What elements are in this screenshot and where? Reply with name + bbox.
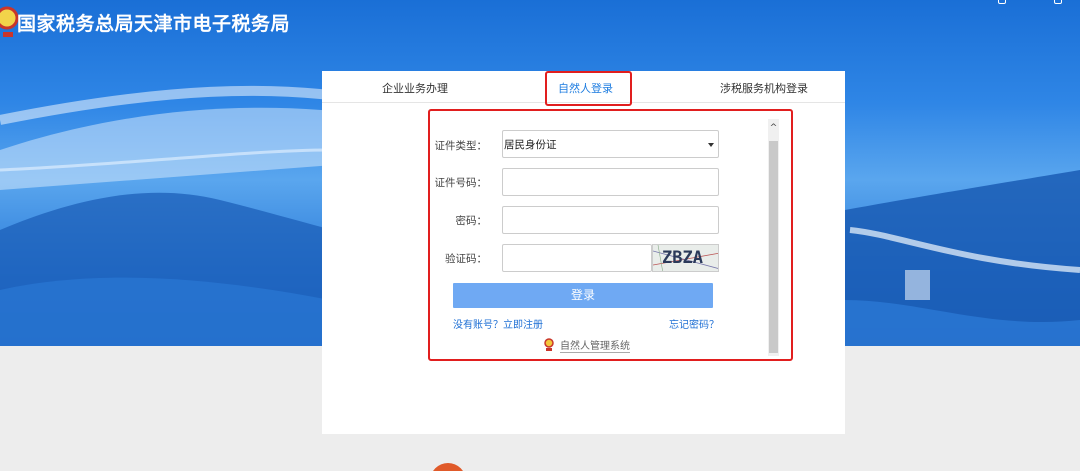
id-type-select[interactable]: 居民身份证 xyxy=(502,130,719,158)
scroll-thumb[interactable] xyxy=(769,141,778,353)
id-type-label: 证件类型： xyxy=(434,140,488,152)
phone-icon[interactable] xyxy=(1054,0,1062,4)
register-link[interactable]: 没有账号？立即注册 xyxy=(453,316,543,331)
tab-tax-agency[interactable]: 涉税服务机构登录 xyxy=(720,80,808,96)
chevron-down-icon xyxy=(708,143,714,147)
password-input[interactable] xyxy=(502,206,719,234)
id-type-value: 居民身份证 xyxy=(504,139,557,151)
captcha-input[interactable] xyxy=(502,244,652,272)
form-scrollbar[interactable]: ^ xyxy=(768,119,779,356)
tab-enterprise[interactable]: 企业业务办理 xyxy=(382,80,448,96)
captcha-label: 验证码： xyxy=(445,253,487,265)
id-number-label: 证件号码： xyxy=(434,177,488,189)
captcha-text: ZBZA xyxy=(662,248,703,268)
captcha-image[interactable]: ZBZA xyxy=(652,244,719,272)
system-link-text: 自然人管理系统 xyxy=(560,337,630,353)
tax-emblem-icon xyxy=(544,338,554,351)
login-button[interactable]: 登录 xyxy=(453,283,713,308)
id-number-input[interactable] xyxy=(502,168,719,196)
top-right-links[interactable] xyxy=(998,0,1062,4)
site-title: 国家税务总局天津市电子税务局 xyxy=(17,13,291,35)
login-panel: 企业业务办理 自然人登录 涉税服务机构登录 证件类型： 居民身份证 证件号码： … xyxy=(322,71,845,434)
forgot-password-link[interactable]: 忘记密码？ xyxy=(669,316,719,331)
chevron-up-icon[interactable]: ^ xyxy=(769,124,778,133)
natural-person-system-link[interactable]: 自然人管理系统 xyxy=(543,337,630,353)
mobile-icon[interactable] xyxy=(998,0,1006,4)
password-label: 密码： xyxy=(455,215,488,227)
highlight-tab-box xyxy=(545,71,632,106)
